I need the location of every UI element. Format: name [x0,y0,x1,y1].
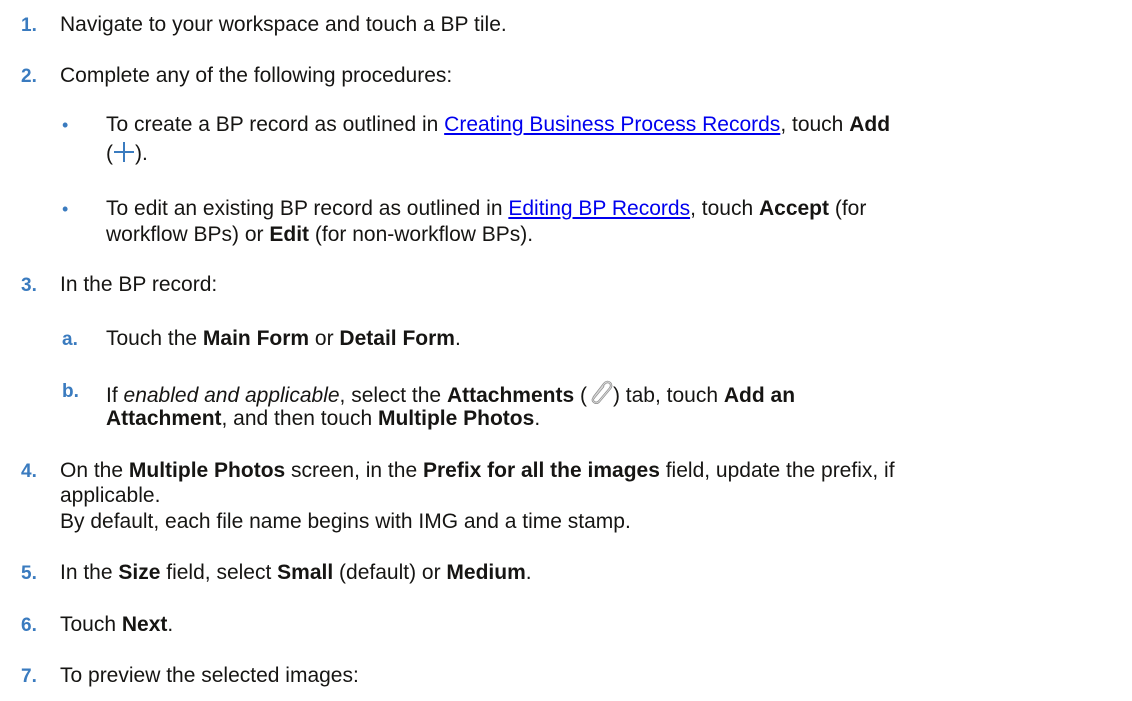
step-text: In the Size field, select Small (default… [60,560,532,585]
paren-open: ( [106,142,113,165]
step-number: 5. [21,563,37,584]
procedure-document: 1. Navigate to your workspace and touch … [0,0,1132,701]
substep-text: If enabled and applicable, select the At… [106,378,795,408]
accept-label: Accept [758,197,829,220]
substep-text-segment: ) tab, touch [612,384,724,407]
paperclip-icon [591,380,613,404]
prefix-field-label: Prefix for all the images [422,459,660,482]
multiple-photos-label: Multiple Photos [377,407,535,430]
bullet-text-segment: , touch [690,197,759,220]
medium-label: Medium [446,561,526,584]
multiple-photos-label: Multiple Photos [128,459,286,482]
substep-text-segment: , and then touch [221,407,378,430]
step-text: Navigate to your workspace and touch a B… [60,13,507,36]
enabled-applicable-text: enabled and applicable [123,384,340,407]
editing-bp-records-link[interactable]: Editing BP Records [508,197,690,220]
creating-bp-records-link[interactable]: Creating Business Process Records [444,113,780,136]
substep-text-line2: Attachment, and then touch Multiple Phot… [106,406,540,431]
bullet-text: To create a BP record as outlined in Cre… [106,112,890,137]
next-label: Next [121,613,168,636]
step-text: To preview the selected images: [60,664,359,687]
bullet-text-segment: (for [829,197,867,220]
detail-form-label: Detail Form [339,327,455,350]
step-number: 3. [21,275,37,296]
bullet-text-segment: To create a BP record as outlined in [106,113,445,136]
step-number: 1. [21,15,37,36]
add-label: Add [849,113,891,136]
attachments-label: Attachments [446,384,575,407]
step-text-segment: . [525,561,532,584]
step-text: Complete any of the following procedures… [60,64,453,87]
step-note: By default, each file name begins with I… [60,510,631,533]
edit-label: Edit [269,223,310,246]
substep-label: b. [62,381,79,402]
substep-label: a. [62,329,78,350]
step-text-segment: field, update the prefix, if [659,459,895,482]
bullet-text-segment: To edit an existing BP record as outline… [106,197,509,220]
bullet-text: To edit an existing BP record as outline… [106,196,866,221]
size-label: Size [118,561,161,584]
bullet-text-line2: (). [106,141,148,166]
step-text-segment: . [167,613,174,636]
substep-text-segment: If [106,384,124,407]
bullet-text-segment: (for non-workflow BPs). [309,223,534,246]
add-an-label: Add an [723,384,796,407]
substep-text-segment: . [454,327,461,350]
bullet-marker: • [62,115,69,135]
substep-text: Touch the Main Form or Detail Form. [106,326,461,351]
step-text-segment: Touch [60,613,122,636]
step-text-line2: applicable. [60,484,161,507]
step-number: 4. [21,461,37,482]
bullet-marker: • [62,199,69,219]
main-form-label: Main Form [202,327,310,350]
step-text-segment: screen, in the [285,459,423,482]
substep-text-segment: Touch the [106,327,203,350]
paren-close: ). [135,142,148,165]
bullet-text-segment: , touch [780,113,850,136]
bullet-text-line2: workflow BPs) or Edit (for non-workflow … [106,222,533,247]
step-text: Touch Next. [60,612,173,637]
paren-open: ( [574,384,587,407]
bullet-text-segment: workflow BPs) or [106,223,270,246]
attachment-label: Attachment [106,407,222,430]
step-number: 7. [21,666,37,687]
step-text: In the BP record: [60,273,218,296]
substep-text-segment: . [534,407,541,430]
step-number: 2. [21,66,37,87]
substep-text-segment: or [309,327,340,350]
small-label: Small [277,561,334,584]
step-text-segment: field, select [160,561,278,584]
step-number: 6. [21,615,37,636]
step-text-segment: (default) or [333,561,447,584]
plus-icon [114,142,134,162]
step-text-segment: On the [60,459,129,482]
step-text-segment: In the [60,561,119,584]
step-text: On the Multiple Photos screen, in the Pr… [60,458,895,483]
substep-text-segment: , select the [339,384,447,407]
